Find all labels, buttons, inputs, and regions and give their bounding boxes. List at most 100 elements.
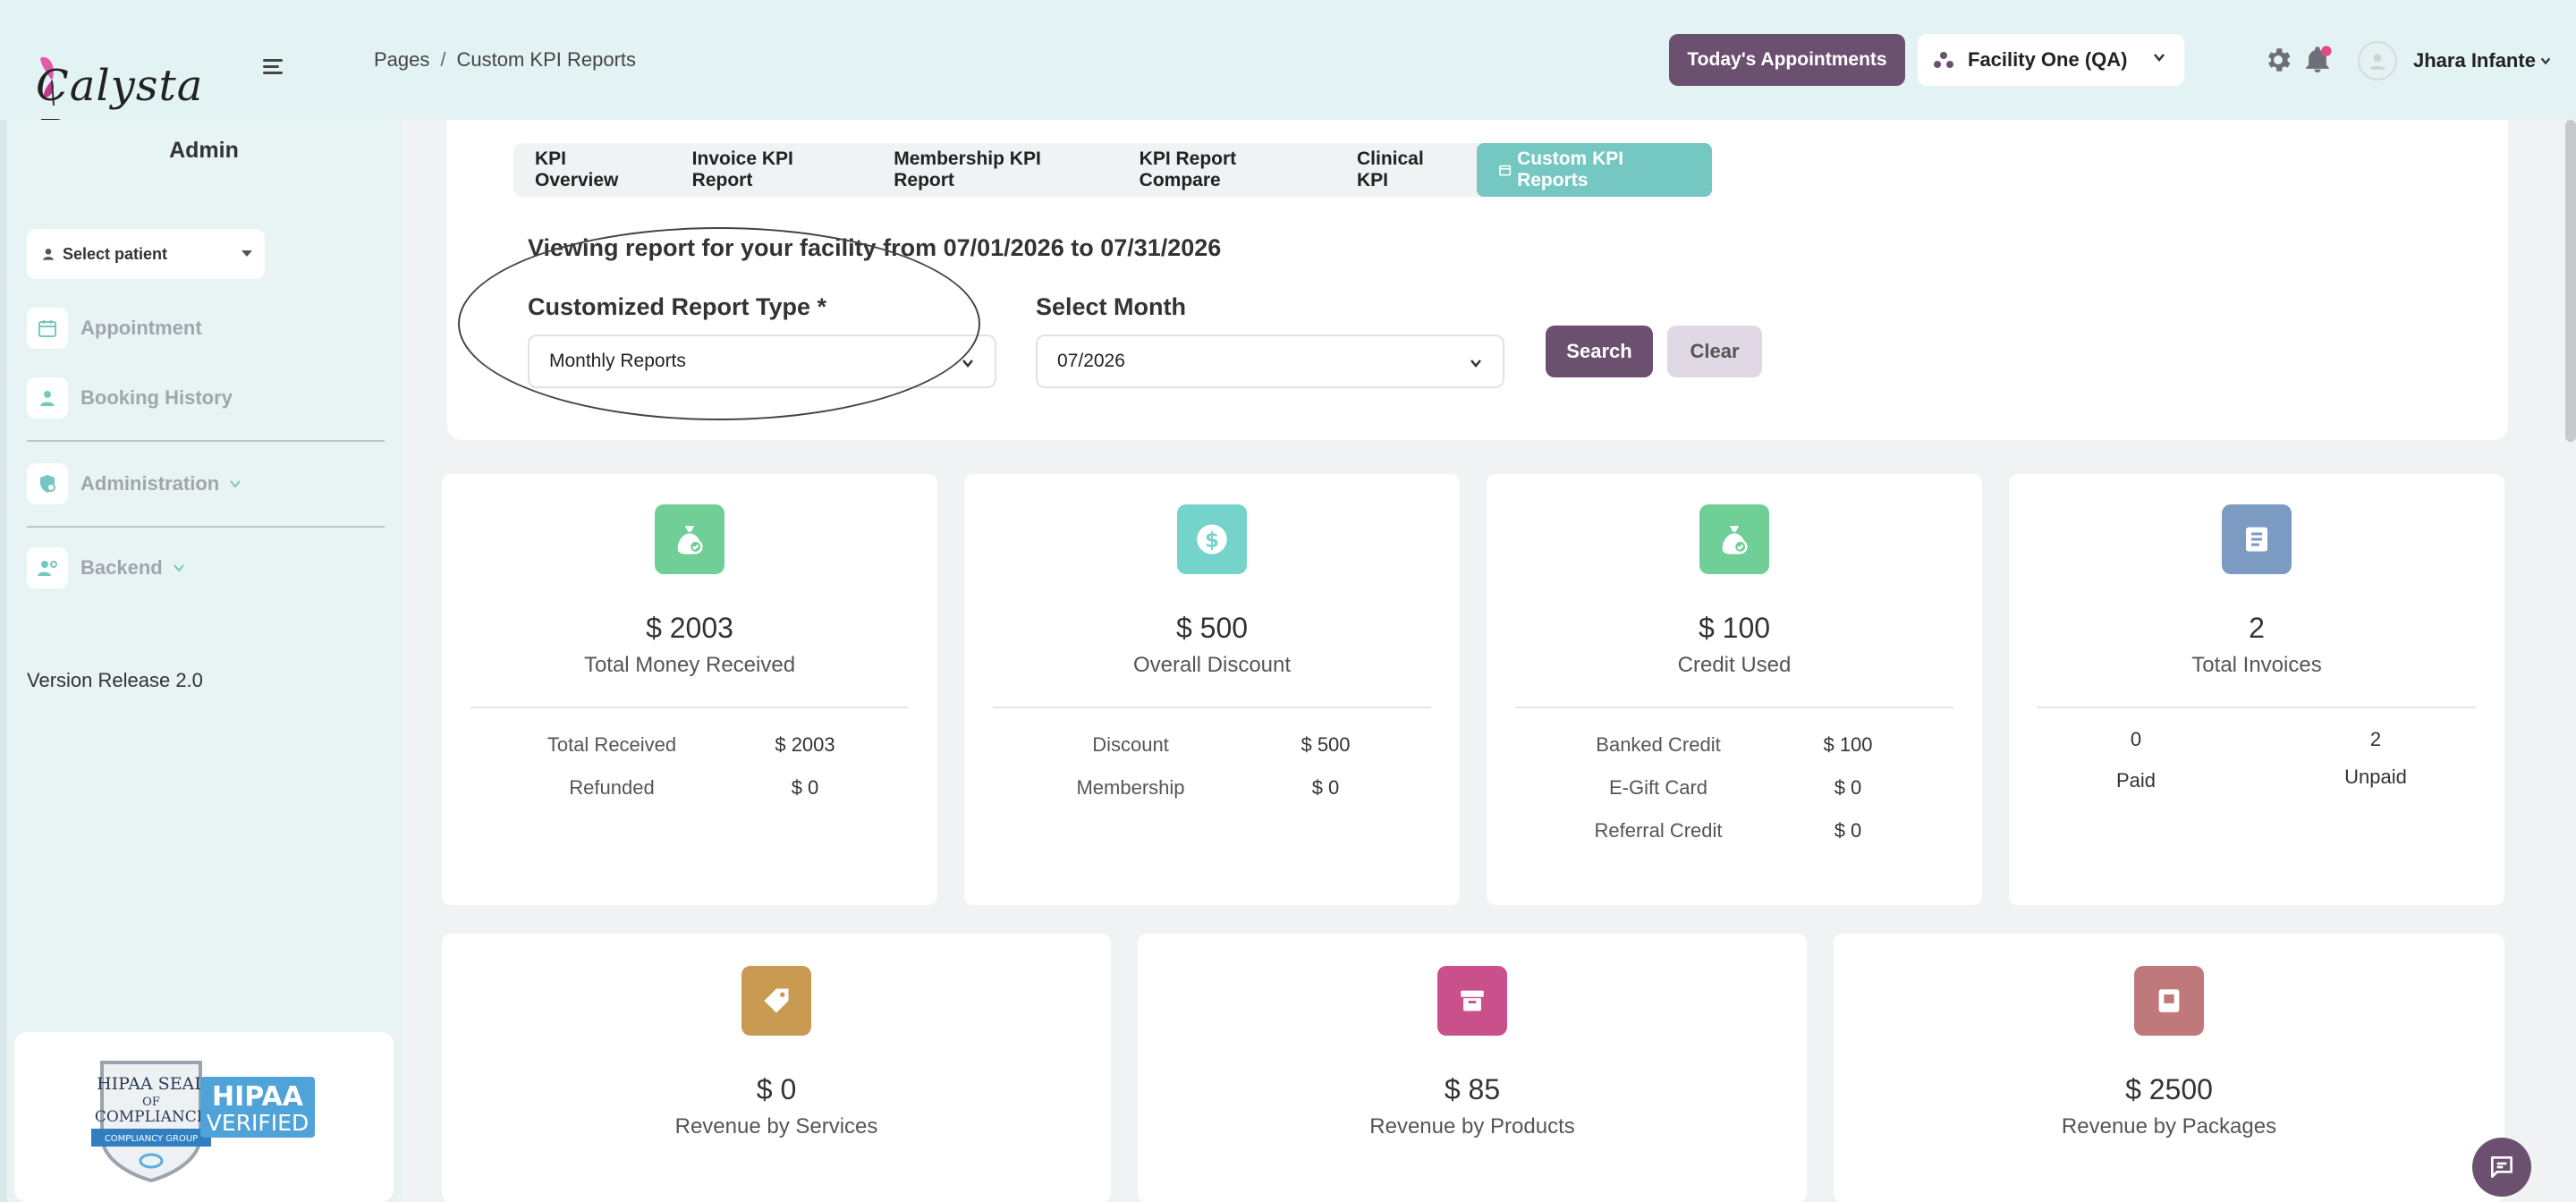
sidebar-title: Admin [169, 138, 239, 163]
revenue-value: $ 0 [756, 1073, 797, 1105]
revenue-label: Revenue by Packages [2061, 1114, 2277, 1139]
user-cog-icon [27, 547, 68, 588]
tab-clinical-kpi[interactable]: Clinical KPI [1335, 143, 1477, 197]
viewing-report-text: Viewing report for your facility from 07… [528, 234, 1222, 261]
select-patient-label: Select patient [63, 244, 168, 263]
breadcrumb: Pages / Custom KPI Reports [374, 48, 636, 72]
kpi-label: Total Invoices [2191, 653, 2322, 677]
chat-bubble-icon [2491, 1156, 2512, 1178]
caret-down-icon [242, 250, 252, 257]
chat-button[interactable] [2472, 1138, 2531, 1197]
breadcrumb-current: Custom KPI Reports [456, 48, 637, 71]
archive-box-icon [1437, 966, 1507, 1036]
svg-text:COMPLIANCE: COMPLIANCE [95, 1108, 208, 1126]
tab-invoice-kpi-report[interactable]: Invoice KPI Report [671, 143, 873, 197]
month-select[interactable]: 07/2026 [1036, 334, 1504, 388]
chevron-down-icon [230, 480, 242, 488]
kpi-value: $ 100 [1698, 612, 1771, 644]
revenue-value: $ 85 [1444, 1073, 1501, 1105]
chevron-down-icon [1470, 360, 1481, 368]
kpi-label: Credit Used [1677, 653, 1792, 677]
filter-card: KPI Overview Invoice KPI Report Membersh… [447, 120, 2508, 440]
hipaa-seal-logo[interactable]: HIPAA SEAL OF COMPLIANCE COMPLIANCY GROU… [84, 1050, 343, 1184]
revenue-card-packages: $ 2500 Revenue by Packages [1834, 934, 2504, 1202]
kpi-card-total-money: $ 2003 Total Money Received Total Receiv… [442, 474, 937, 905]
avatar [2358, 41, 2397, 80]
person-icon [43, 249, 54, 260]
person-icon [2369, 54, 2385, 70]
hipaa-card: HIPAA SEAL OF COMPLIANCE COMPLIANCY GROU… [14, 1032, 394, 1202]
report-type-value: Monthly Reports [549, 351, 686, 371]
svg-text:VERIFIED: VERIFIED [207, 1110, 309, 1136]
calendar-icon [1498, 165, 1511, 176]
scrollbar[interactable] [2565, 120, 2576, 442]
svg-text:COMPLIANCY GROUP: COMPLIANCY GROUP [105, 1134, 198, 1144]
kpi-value: $ 500 [1175, 612, 1249, 644]
tab-membership-kpi-report[interactable]: Membership KPI Report [872, 143, 1117, 197]
clear-button[interactable]: Clear [1667, 326, 1762, 377]
kpi-tabs: KPI Overview Invoice KPI Report Membersh… [513, 143, 1712, 197]
user-name: Jhara Infante [2413, 49, 2536, 72]
kpi-value: 2 [2249, 612, 2265, 644]
select-patient-dropdown[interactable]: Select patient [27, 229, 265, 279]
card-divider [470, 707, 909, 708]
month-value: 07/2026 [1057, 351, 1125, 371]
sidebar-item-appointment[interactable]: Appointment [27, 308, 202, 349]
revenue-card-products: $ 85 Revenue by Products [1138, 934, 1807, 1202]
kpi-label: Overall Discount [1132, 653, 1292, 677]
report-type-select[interactable]: Monthly Reports [528, 334, 996, 388]
revenue-card-services: $ 0 Revenue by Services [442, 934, 1111, 1202]
tab-label: Custom KPI Reports [1517, 148, 1624, 190]
tab-kpi-overview[interactable]: KPI Overview [513, 143, 671, 197]
svg-text:OF: OF [142, 1096, 160, 1109]
card-divider [993, 707, 1431, 708]
breadcrumb-root[interactable]: Pages [374, 48, 429, 71]
chevron-down-icon [2540, 57, 2551, 65]
kpi-card-overall-discount: $ $ 500 Overall Discount Discount $ 500 … [964, 474, 1460, 905]
tag-icon [741, 966, 811, 1036]
kpi-card-credit-used: $ 100 Credit Used Banked Credit $ 100 E-… [1487, 474, 1982, 905]
sidebar-item-label: Administration [80, 472, 220, 495]
sidebar-item-label: Booking History [80, 386, 233, 409]
card-divider [2038, 707, 2476, 708]
sidebar-divider [27, 440, 385, 442]
chevron-down-icon [962, 360, 973, 368]
sidebar-item-label: Appointment [80, 317, 202, 339]
dollar-coin-icon: $ [1177, 504, 1247, 574]
money-bag-icon [655, 504, 724, 574]
menu-toggle-icon[interactable] [263, 59, 283, 74]
revenue-label: Revenue by Products [1369, 1114, 1575, 1139]
card-divider [1515, 707, 1953, 708]
sidebar-divider [27, 526, 385, 528]
money-bag-icon [1699, 504, 1769, 574]
todays-appointments-button[interactable]: Today's Appointments [1669, 34, 1905, 86]
user-menu[interactable]: Jhara Infante [2358, 41, 2552, 80]
invoice-icon [2222, 504, 2292, 574]
sidebar: Admin Select patient Appointment Booking… [0, 120, 401, 1202]
kpi-value: $ 2003 [646, 612, 733, 644]
kpi-label: Total Money Received [583, 653, 796, 677]
sidebar-item-backend[interactable]: Backend [27, 547, 186, 588]
main-content: KPI Overview Invoice KPI Report Membersh… [401, 120, 2576, 1202]
kpi-card-total-invoices: 2 Total Invoices 0 2 Paid Unpaid [2009, 474, 2504, 905]
person-icon [27, 377, 68, 419]
breadcrumb-separator: / [440, 48, 446, 71]
tab-custom-kpi-reports[interactable]: Custom KPI Reports [1476, 143, 1712, 197]
tab-kpi-report-compare[interactable]: KPI Report Compare [1118, 143, 1335, 197]
report-type-label: Customized Report Type * [528, 293, 827, 320]
search-button[interactable]: Search [1546, 326, 1653, 377]
select-month-label: Select Month [1036, 293, 1187, 320]
sidebar-item-booking-history[interactable]: Booking History [27, 377, 233, 419]
sidebar-item-label: Backend [80, 556, 163, 579]
chevron-down-icon [2154, 54, 2165, 62]
svg-text:$: $ [1205, 527, 1219, 552]
facility-name: Facility One (QA) [1968, 48, 2128, 71]
svg-text:HIPAA: HIPAA [212, 1081, 304, 1113]
svg-text:HIPAA SEAL: HIPAA SEAL [97, 1074, 206, 1094]
package-icon [2134, 966, 2204, 1036]
bell-icon[interactable] [2302, 45, 2333, 75]
facility-select[interactable]: Facility One (QA) [1918, 34, 2184, 86]
calysta-logo[interactable]: Calysta Pro [18, 27, 250, 161]
gear-icon[interactable] [2263, 45, 2293, 75]
sidebar-item-administration[interactable]: Administration [27, 463, 242, 504]
